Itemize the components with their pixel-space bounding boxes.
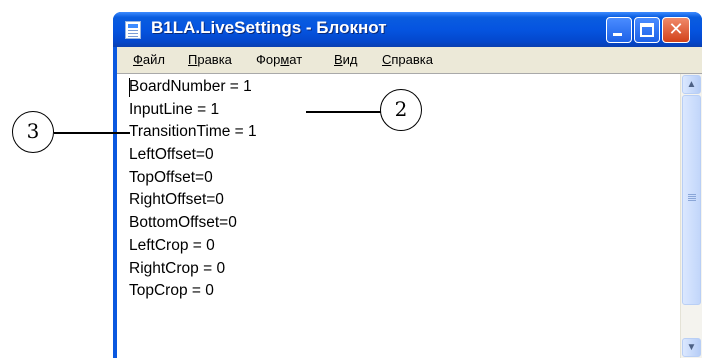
notepad-window: B1LA.LiveSettings - Блокнот ✕ Файл Правк…: [113, 12, 702, 358]
menu-file[interactable]: Файл: [133, 52, 165, 67]
callout-2-leader: [306, 111, 382, 113]
close-icon: ✕: [668, 19, 684, 40]
scroll-up-button[interactable]: ▲: [682, 75, 701, 94]
minimize-button[interactable]: [606, 17, 632, 43]
menu-view[interactable]: Вид: [334, 52, 358, 67]
vertical-scrollbar[interactable]: ▲ ▼: [680, 74, 702, 358]
scroll-down-button[interactable]: ▼: [682, 338, 701, 357]
chevron-up-icon: ▲: [686, 79, 697, 90]
text-line: RightOffset=0: [129, 191, 224, 209]
close-button[interactable]: ✕: [662, 17, 690, 43]
menu-format[interactable]: Формат: [256, 52, 302, 67]
callout-3-leader: [54, 132, 130, 134]
grip-icon: [688, 194, 696, 195]
menu-edit[interactable]: Правка: [188, 52, 232, 67]
menu-help[interactable]: Справка: [382, 52, 433, 67]
text-line: TransitionTime = 1: [129, 123, 257, 141]
callout-3: 3: [12, 111, 54, 153]
chevron-down-icon: ▼: [686, 342, 697, 353]
text-line: BoardNumber = 1: [129, 78, 252, 95]
menu-bar: Файл Правка Формат Вид Справка: [117, 47, 702, 73]
notepad-icon: [125, 21, 141, 39]
text-line: TopOffset=0: [129, 168, 213, 186]
editor-text[interactable]: BoardNumber = 1 InputLine = 1 Transition…: [129, 76, 257, 303]
window-title: B1LA.LiveSettings - Блокнот: [151, 18, 387, 37]
minimize-icon: [613, 33, 622, 36]
text-line: LeftCrop = 0: [129, 236, 215, 254]
scroll-thumb[interactable]: [682, 95, 701, 305]
text-line: InputLine = 1: [129, 100, 220, 118]
text-line: LeftOffset=0: [129, 146, 214, 164]
text-line: TopCrop = 0: [129, 282, 214, 300]
text-line: BottomOffset=0: [129, 214, 237, 232]
text-caret: [129, 78, 130, 97]
text-line: RightCrop = 0: [129, 259, 226, 277]
callout-2: 2: [380, 89, 422, 131]
maximize-button[interactable]: [634, 17, 660, 43]
title-bar[interactable]: B1LA.LiveSettings - Блокнот ✕: [113, 12, 702, 47]
maximize-icon: [640, 23, 654, 37]
